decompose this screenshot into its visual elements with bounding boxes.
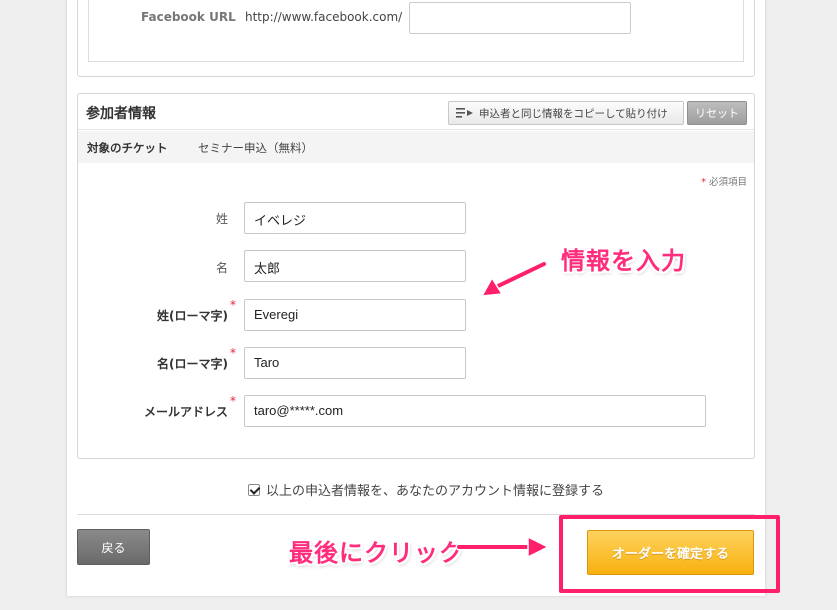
sns-section: Facebook URL http://www.facebook.com/: [77, 0, 755, 77]
first-name-roman-label: 名(ローマ字): [157, 357, 228, 371]
required-star: *: [230, 298, 236, 312]
ticket-value: セミナー申込（無料）: [198, 141, 313, 155]
required-star: *: [230, 346, 236, 360]
first-name-label: 名: [215, 261, 228, 275]
annotation-click-last: 最後にクリック: [289, 539, 464, 567]
facebook-url-prefix: http://www.facebook.com/: [245, 10, 403, 24]
last-name-roman-input[interactable]: Everegi: [244, 299, 466, 331]
facebook-url-label: Facebook URL: [141, 10, 236, 24]
first-name-input[interactable]: 太郎: [244, 250, 466, 282]
sns-inner-box: Facebook URL http://www.facebook.com/: [88, 0, 744, 62]
register-account-consent[interactable]: 以上の申込者情報を、あなたのアカウント情報に登録する: [248, 480, 604, 499]
back-button[interactable]: 戻る: [77, 529, 150, 565]
email-input[interactable]: taro@*****.com: [244, 395, 706, 427]
required-mark: *: [701, 177, 706, 188]
ticket-label: 対象のチケット: [87, 141, 168, 155]
attendee-header: 参加者情報 申込者と同じ情報をコピーして貼り付け リセット: [78, 94, 754, 130]
required-star: *: [230, 394, 236, 408]
facebook-url-input[interactable]: [409, 2, 631, 34]
copy-button-label: 申込者と同じ情報をコピーして貼り付け: [479, 107, 668, 120]
reset-button[interactable]: リセット: [687, 101, 747, 125]
ticket-row: 対象のチケット セミナー申込（無料）: [78, 131, 754, 163]
consent-label: 以上の申込者情報を、あなたのアカウント情報に登録する: [266, 484, 605, 499]
annotation-arrow-right-icon: [455, 535, 550, 559]
confirm-highlight-box: [559, 515, 780, 593]
annotation-enter-info: 情報を入力: [561, 247, 686, 275]
last-name-roman-label: 姓(ローマ字): [157, 309, 228, 323]
attendee-title: 参加者情報: [86, 106, 156, 122]
required-note: * 必須項目: [701, 174, 747, 188]
required-note-text: 必須項目: [708, 177, 747, 188]
first-name-roman-input[interactable]: Taro: [244, 347, 466, 379]
last-name-input[interactable]: イベレジ: [244, 202, 466, 234]
copy-paste-icon: [456, 108, 473, 118]
email-label: メールアドレス: [143, 405, 228, 419]
last-name-label: 姓: [215, 212, 228, 226]
register-account-checkbox[interactable]: [248, 483, 260, 496]
annotation-arrow-left-down-icon: [480, 260, 548, 297]
copy-applicant-info-button[interactable]: 申込者と同じ情報をコピーして貼り付け: [448, 101, 684, 125]
